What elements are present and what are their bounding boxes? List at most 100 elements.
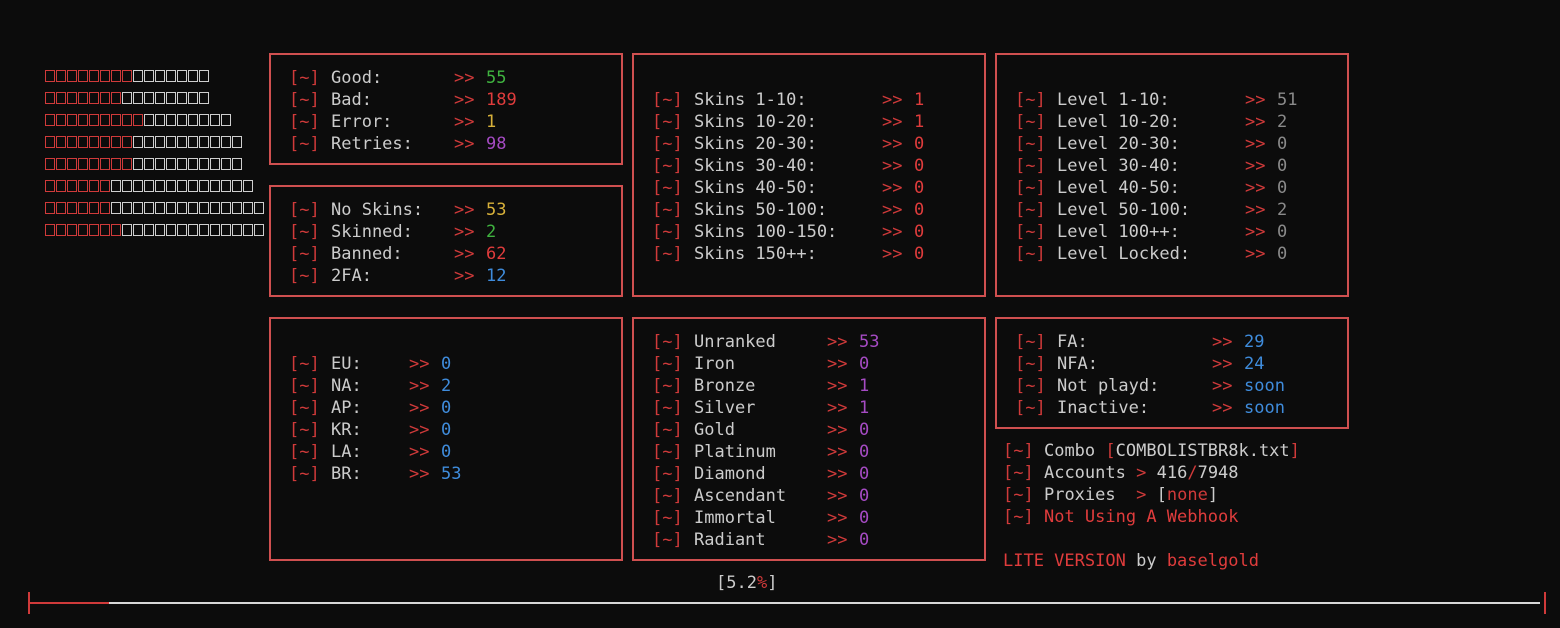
prefix: [~] (652, 134, 683, 154)
row-value: 2 (486, 222, 497, 242)
row-value: 55 (486, 68, 507, 88)
logo-line (45, 92, 210, 106)
logo-line (45, 202, 265, 216)
row-value: 0 (441, 442, 452, 462)
row-label: NFA: (1057, 354, 1098, 374)
access-row: [~] NFA: >> 24 (1015, 353, 1264, 375)
skins-panel: [~] Skins 1-10: >> 1 [~] Skins 10-20: >> 1 [~] Sk… (632, 53, 986, 297)
row-label: Inactive: (1057, 398, 1150, 418)
logo-line (45, 70, 210, 84)
arrow: >> (454, 68, 475, 88)
row-value: 0 (441, 420, 452, 440)
row-label: Level 50-100: (1057, 200, 1191, 220)
row-label: Banned: (331, 244, 403, 264)
region-row: [~] KR: >> 0 (289, 419, 451, 441)
row-value: 62 (486, 244, 507, 264)
region-row: [~] NA: >> 2 (289, 375, 451, 397)
arrow: >> (1245, 222, 1266, 242)
arrow: >> (827, 354, 848, 374)
prefix: [~] (1015, 112, 1046, 132)
accounts-label: Accounts (1043, 463, 1126, 483)
rank-row: [~] Unranked >> 53 (652, 331, 879, 353)
skin-stat-row: [~] 2FA: >> 12 (289, 265, 506, 287)
prefix: [~] (652, 530, 683, 550)
logo-line (45, 180, 254, 194)
skin-range-row: [~] Skins 10-20: >> 1 (652, 111, 924, 133)
prefix: [~] (289, 464, 320, 484)
skin-stat-row: [~] Banned: >> 62 (289, 243, 506, 265)
row-label: AP: (331, 398, 362, 418)
prefix: [~] (1015, 222, 1046, 242)
prefix: [~] (1003, 441, 1034, 461)
row-value: 98 (486, 134, 507, 154)
arrow: >> (454, 112, 475, 132)
access-panel: [~] FA: >> 29 [~] NFA: >> 24 [~] Not playd: >> soon… (995, 317, 1349, 429)
author-name: baselgold (1166, 551, 1259, 571)
arrow: >> (409, 354, 430, 374)
combo-file: COMBOLISTBR8k.txt (1115, 441, 1290, 461)
rank-row: [~] Diamond >> 0 (652, 463, 869, 485)
row-label: Level Locked: (1057, 244, 1191, 264)
arrow: > (1136, 485, 1147, 505)
level-range-row: [~] Level 10-20: >> 2 (1015, 111, 1287, 133)
row-label: No Skins: (331, 200, 424, 220)
version-line: LITE VERSION by baselgold (1003, 550, 1259, 572)
row-label: Level 30-40: (1057, 156, 1180, 176)
prefix: [~] (289, 90, 320, 110)
stat-row: [~] Error: >> 1 (289, 111, 496, 133)
stat-row: [~] Retries: >> 98 (289, 133, 506, 155)
prefix: [~] (1015, 398, 1046, 418)
arrow: >> (454, 244, 475, 264)
access-row: [~] FA: >> 29 (1015, 331, 1264, 353)
row-value: 53 (859, 332, 880, 352)
row-value: 2 (441, 376, 452, 396)
level-range-row: [~] Level 40-50: >> 0 (1015, 177, 1287, 199)
prefix: [~] (289, 112, 320, 132)
row-label: Bronze (694, 376, 756, 396)
skin-range-row: [~] Skins 40-50: >> 0 (652, 177, 924, 199)
region-row: [~] BR: >> 53 (289, 463, 461, 485)
row-label: Skins 40-50: (694, 178, 817, 198)
stats-panel: [~] Good: >> 55 [~] Bad: >> 189 [~] Error: >> 1 [~] R… (269, 53, 623, 165)
arrow: >> (882, 222, 903, 242)
skin-range-row: [~] Skins 100-150: >> 0 (652, 221, 924, 243)
row-label: Skins 30-40: (694, 156, 817, 176)
row-label: FA: (1057, 332, 1088, 352)
prefix: [~] (652, 442, 683, 462)
levels-panel: [~] Level 1-10: >> 51 [~] Level 10-20: >> 2 [~] L… (995, 53, 1349, 297)
row-label: KR: (331, 420, 362, 440)
row-value: 0 (859, 354, 870, 374)
arrow: >> (827, 464, 848, 484)
arrow: >> (1245, 200, 1266, 220)
arrow: >> (409, 464, 430, 484)
prefix: [~] (1015, 90, 1046, 110)
rank-row: [~] Ascendant >> 0 (652, 485, 869, 507)
row-value: 53 (441, 464, 462, 484)
row-label: LA: (331, 442, 362, 462)
prefix: [~] (1015, 200, 1046, 220)
prefix: [~] (289, 376, 320, 396)
arrow: >> (882, 178, 903, 198)
arrow: >> (1212, 398, 1233, 418)
row-label: BR: (331, 464, 362, 484)
arrow: >> (1245, 244, 1266, 264)
prefix: [~] (289, 442, 320, 462)
row-label: EU: (331, 354, 362, 374)
row-value: 2 (1277, 112, 1288, 132)
prefix: [~] (1015, 354, 1046, 374)
row-label: Skins 20-30: (694, 134, 817, 154)
row-value: 0 (914, 200, 925, 220)
rank-row: [~] Bronze >> 1 (652, 375, 869, 397)
arrow: >> (1245, 112, 1266, 132)
prefix: [~] (652, 178, 683, 198)
row-value: 1 (914, 90, 925, 110)
row-value: 29 (1244, 332, 1265, 352)
row-label: Gold (694, 420, 735, 440)
row-label: Skins 50-100: (694, 200, 828, 220)
level-range-row: [~] Level Locked: >> 0 (1015, 243, 1287, 265)
prefix: [~] (652, 486, 683, 506)
ranks-panel: [~] Unranked >> 53 [~] Iron >> 0 [~] Bronze >> 1 [~]… (632, 317, 986, 561)
progress-bar (30, 602, 1540, 604)
row-value: 0 (859, 464, 870, 484)
row-value: 1 (486, 112, 497, 132)
